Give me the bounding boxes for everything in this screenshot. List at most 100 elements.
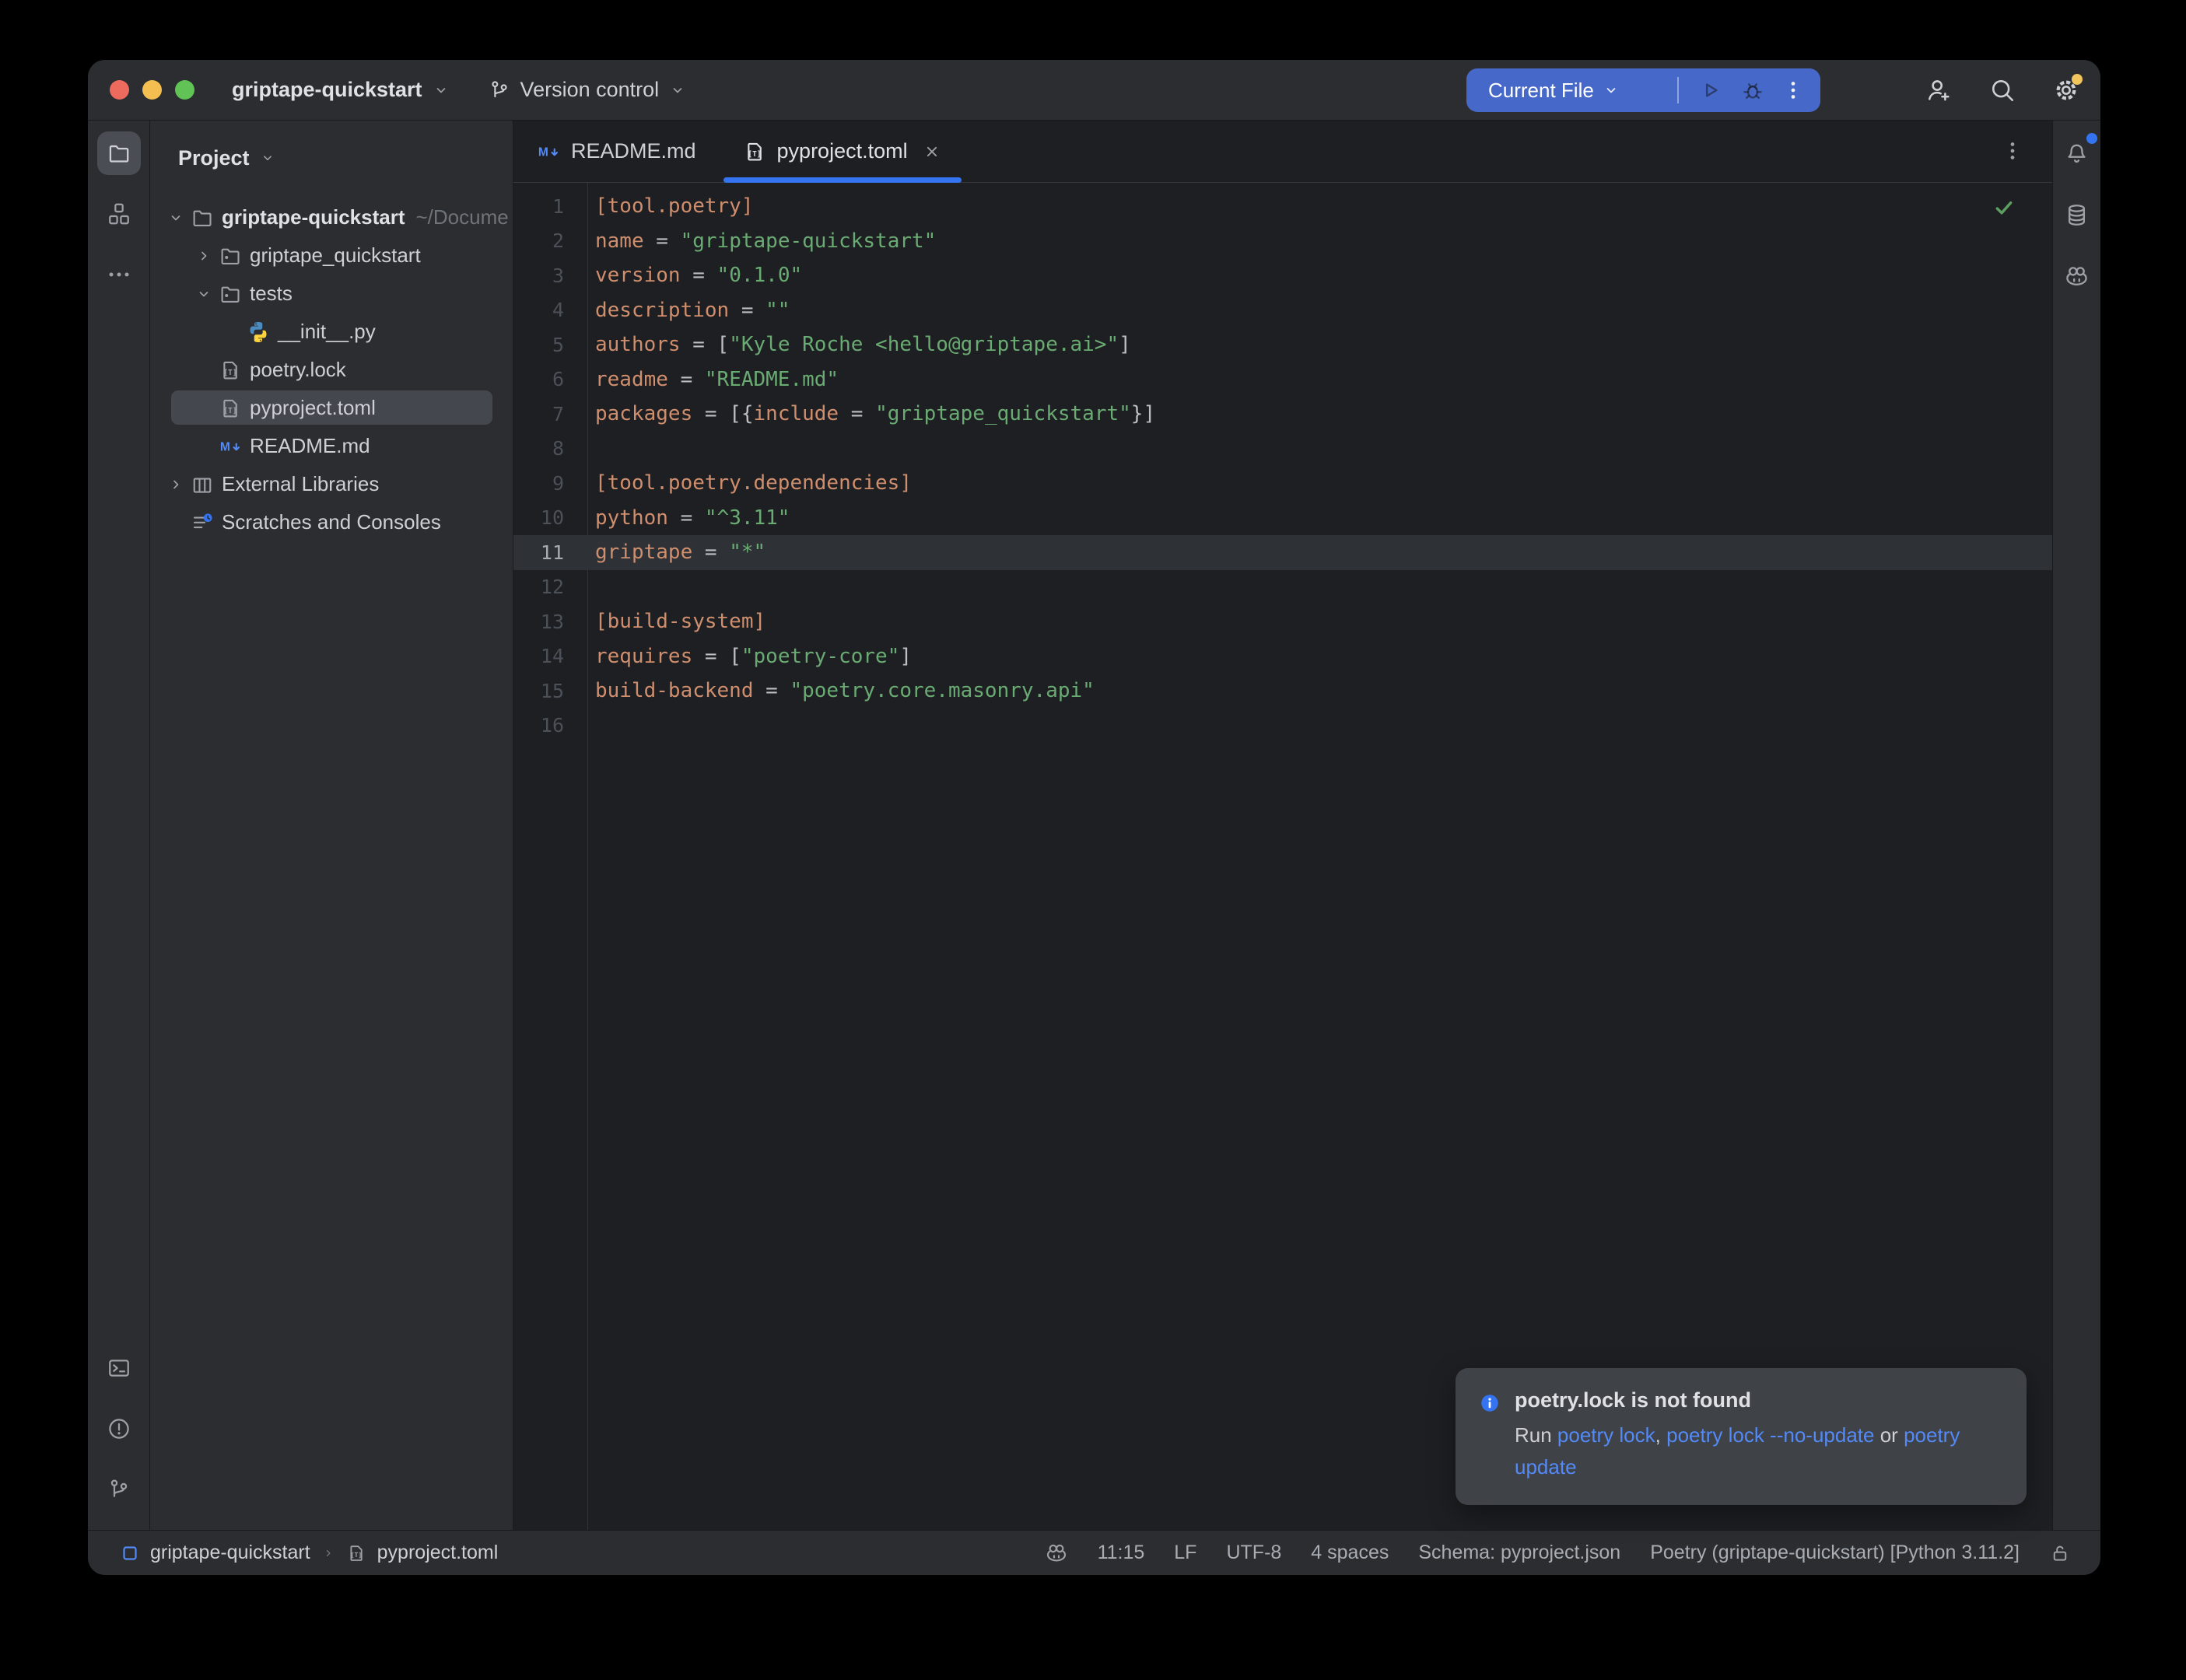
tree-item-external-libraries[interactable]: External Libraries <box>150 465 513 503</box>
unlock-icon[interactable] <box>2049 1542 2071 1564</box>
caret-position[interactable]: 11:15 <box>1098 1542 1145 1564</box>
code-text: description = "" <box>587 299 790 322</box>
line-separator[interactable]: LF <box>1174 1542 1196 1564</box>
search-button[interactable] <box>1988 76 2016 104</box>
tree-item-poetry-lock[interactable]: [T]poetry.lock <box>150 351 513 389</box>
code-line-12[interactable]: 12 <box>513 570 2052 605</box>
line-number[interactable]: 11 <box>513 541 587 564</box>
version-control-tool-button[interactable] <box>100 1471 138 1508</box>
line-number[interactable]: 4 <box>513 299 587 321</box>
token-key: [tool.poetry] <box>595 194 754 218</box>
line-number[interactable]: 7 <box>513 403 587 425</box>
breadcrumb-file[interactable]: pyproject.toml <box>377 1542 499 1564</box>
structure-tool-button[interactable] <box>100 195 138 233</box>
window-minimize-button[interactable] <box>142 80 162 100</box>
code-line-4[interactable]: 4description = "" <box>513 293 2052 328</box>
indent-style[interactable]: 4 spaces <box>1311 1542 1389 1564</box>
line-number[interactable]: 2 <box>513 229 587 252</box>
database-button[interactable] <box>2058 196 2096 233</box>
tree-item-griptape-quickstart[interactable]: griptape-quickstart~/Docume <box>150 198 513 236</box>
more-tool-windows-tool-button[interactable] <box>100 256 138 293</box>
python-interpreter[interactable]: Poetry (griptape-quickstart) [Python 3.1… <box>1650 1542 2020 1564</box>
line-number[interactable]: 12 <box>513 576 587 598</box>
code-text: python = "^3.11" <box>587 506 790 530</box>
line-number[interactable]: 5 <box>513 334 587 356</box>
ide-window: griptape-quickstart Version control Curr… <box>88 60 2100 1575</box>
json-schema[interactable]: Schema: pyproject.json <box>1418 1542 1620 1564</box>
terminal-tool-button[interactable] <box>100 1349 138 1387</box>
vcs-widget[interactable]: Version control <box>488 78 688 102</box>
tree-item-scratches-and-consoles[interactable]: Scratches and Consoles <box>150 503 513 541</box>
ai-assistant-button[interactable] <box>2058 257 2096 295</box>
tree-item-tests[interactable]: tests <box>150 275 513 313</box>
file-encoding[interactable]: UTF-8 <box>1226 1542 1281 1564</box>
line-number[interactable]: 15 <box>513 680 587 702</box>
code-line-6[interactable]: 6readme = "README.md" <box>513 362 2052 397</box>
breadcrumb: griptape-quickstart [T] pyproject.toml <box>121 1542 498 1564</box>
token-punct: = <box>668 506 705 530</box>
line-number[interactable]: 6 <box>513 368 587 390</box>
tab-options-icon[interactable] <box>2001 139 2024 163</box>
code-text: packages = [{include = "griptape_quickst… <box>587 402 1155 425</box>
line-number[interactable]: 13 <box>513 611 587 633</box>
code-line-9[interactable]: 9 [tool.poetry.dependencies] <box>513 466 2052 501</box>
code-line-7[interactable]: 7packages = [{include = "griptape_quicks… <box>513 397 2052 432</box>
ai-assistant-status-icon[interactable] <box>1045 1542 1068 1565</box>
tree-item-griptape-quickstart[interactable]: griptape_quickstart <box>150 236 513 275</box>
token-punct: = <box>729 299 765 322</box>
code-line-13[interactable]: 13[build-system] <box>513 604 2052 639</box>
line-number[interactable]: 9 <box>513 472 587 495</box>
run-config-label[interactable]: Current File <box>1488 79 1594 103</box>
code-line-2[interactable]: 2name = "griptape-quickstart" <box>513 224 2052 259</box>
problems-tool-button[interactable] <box>100 1410 138 1447</box>
window-close-button[interactable] <box>110 80 129 100</box>
settings-button[interactable] <box>2052 76 2080 104</box>
tree-item-init-py[interactable]: __init__.py <box>150 313 513 351</box>
code-line-1[interactable]: 1 [tool.poetry] <box>513 189 2052 224</box>
line-number[interactable]: 3 <box>513 264 587 287</box>
token-str: "poetry.core.masonry.api" <box>790 679 1094 702</box>
code-line-16[interactable]: 16 <box>513 709 2052 744</box>
run-icon[interactable] <box>1697 77 1724 103</box>
chevron-slot <box>191 243 217 269</box>
tree-item-label: griptape-quickstart <box>222 205 405 229</box>
window-zoom-button[interactable] <box>175 80 194 100</box>
code-line-3[interactable]: 3version = "0.1.0" <box>513 258 2052 293</box>
tab-readme-md[interactable]: MREADME.md <box>513 121 720 182</box>
main-area: Project griptape-quickstart~/Documegript… <box>88 121 2100 1530</box>
code-editor[interactable]: 1[tool.poetry]2name = "griptape-quicksta… <box>513 183 2052 1530</box>
code-line-10[interactable]: 10python = "^3.11" <box>513 501 2052 536</box>
project-tool-button[interactable] <box>97 131 141 175</box>
project-panel-header[interactable]: Project <box>150 121 513 195</box>
token-key: [tool.poetry.dependencies] <box>595 471 912 495</box>
line-number[interactable]: 8 <box>513 437 587 460</box>
svg-text:[T]: [T] <box>350 1551 362 1559</box>
notification-link-poetry-lock-no-update[interactable]: poetry lock --no-update <box>1666 1423 1874 1447</box>
update-badge <box>2072 74 2083 85</box>
token-key: name <box>595 229 644 253</box>
code-line-14[interactable]: 14requires = ["poetry-core"] <box>513 639 2052 674</box>
close-icon[interactable] <box>922 142 942 162</box>
package-folder-icon <box>219 244 242 268</box>
more-actions-icon[interactable] <box>1781 79 1805 102</box>
line-number[interactable]: 10 <box>513 506 587 529</box>
code-line-8[interactable]: 8 <box>513 432 2052 467</box>
add-user-button[interactable] <box>1925 76 1953 104</box>
tab-pyproject-toml[interactable]: [T]pyproject.toml <box>720 121 965 182</box>
project-selector[interactable]: griptape-quickstart <box>232 78 450 102</box>
line-number[interactable]: 14 <box>513 645 587 667</box>
debug-icon[interactable] <box>1739 77 1766 103</box>
run-widget[interactable]: Current File <box>1466 68 1820 112</box>
notification-link-poetry-lock[interactable]: poetry lock <box>1557 1423 1655 1447</box>
line-number[interactable]: 16 <box>513 714 587 737</box>
toml-file-icon: [T] <box>346 1543 366 1563</box>
code-line-5[interactable]: 5authors = ["Kyle Roche <hello@griptape.… <box>513 327 2052 362</box>
line-number[interactable]: 1 <box>513 195 587 218</box>
notifications-button[interactable] <box>2058 135 2096 172</box>
tree-item-readme-md[interactable]: MREADME.md <box>150 427 513 465</box>
code-line-15[interactable]: 15build-backend = "poetry.core.masonry.a… <box>513 674 2052 709</box>
chevron-right-icon <box>194 247 213 265</box>
tree-item-pyproject-toml[interactable]: [T]pyproject.toml <box>150 389 513 427</box>
code-line-11[interactable]: 11griptape = "*" <box>513 535 2052 570</box>
breadcrumb-project[interactable]: griptape-quickstart <box>150 1542 310 1564</box>
